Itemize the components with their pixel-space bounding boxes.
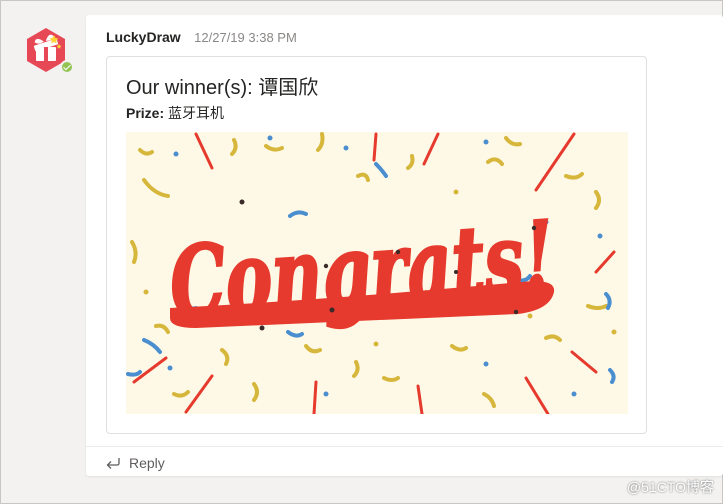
prize-label: Prize: xyxy=(126,105,165,121)
congrats-illustration: Congrats! xyxy=(126,132,628,414)
reply-button[interactable]: Reply xyxy=(129,455,165,471)
winner-title: Our winner(s): 谭国欣 xyxy=(126,77,319,99)
prize-line: Prize: 蓝牙耳机 xyxy=(126,103,224,123)
adaptive-card: Our winner(s): 谭国欣 Prize: 蓝牙耳机 Congrats! xyxy=(106,56,647,434)
reply-bar[interactable]: Reply xyxy=(86,446,723,476)
congrats-image[interactable]: Congrats! xyxy=(126,132,628,414)
presence-available-badge xyxy=(60,60,74,74)
watermark-text: @51CTO博客 xyxy=(626,479,714,495)
chat-message[interactable]: LuckyDraw 12/27/19 3:38 PM Our winner(s)… xyxy=(86,15,723,476)
message-timestamp: 12/27/19 3:38 PM xyxy=(194,30,297,45)
prize-value: 蓝牙耳机 xyxy=(168,105,225,121)
message-header: LuckyDraw 12/27/19 3:38 PM xyxy=(106,29,297,45)
teams-chat-pane: LuckyDraw 12/27/19 3:38 PM Our winner(s)… xyxy=(0,0,723,504)
reply-arrow-icon xyxy=(106,458,120,469)
sender-name[interactable]: LuckyDraw xyxy=(106,29,181,45)
